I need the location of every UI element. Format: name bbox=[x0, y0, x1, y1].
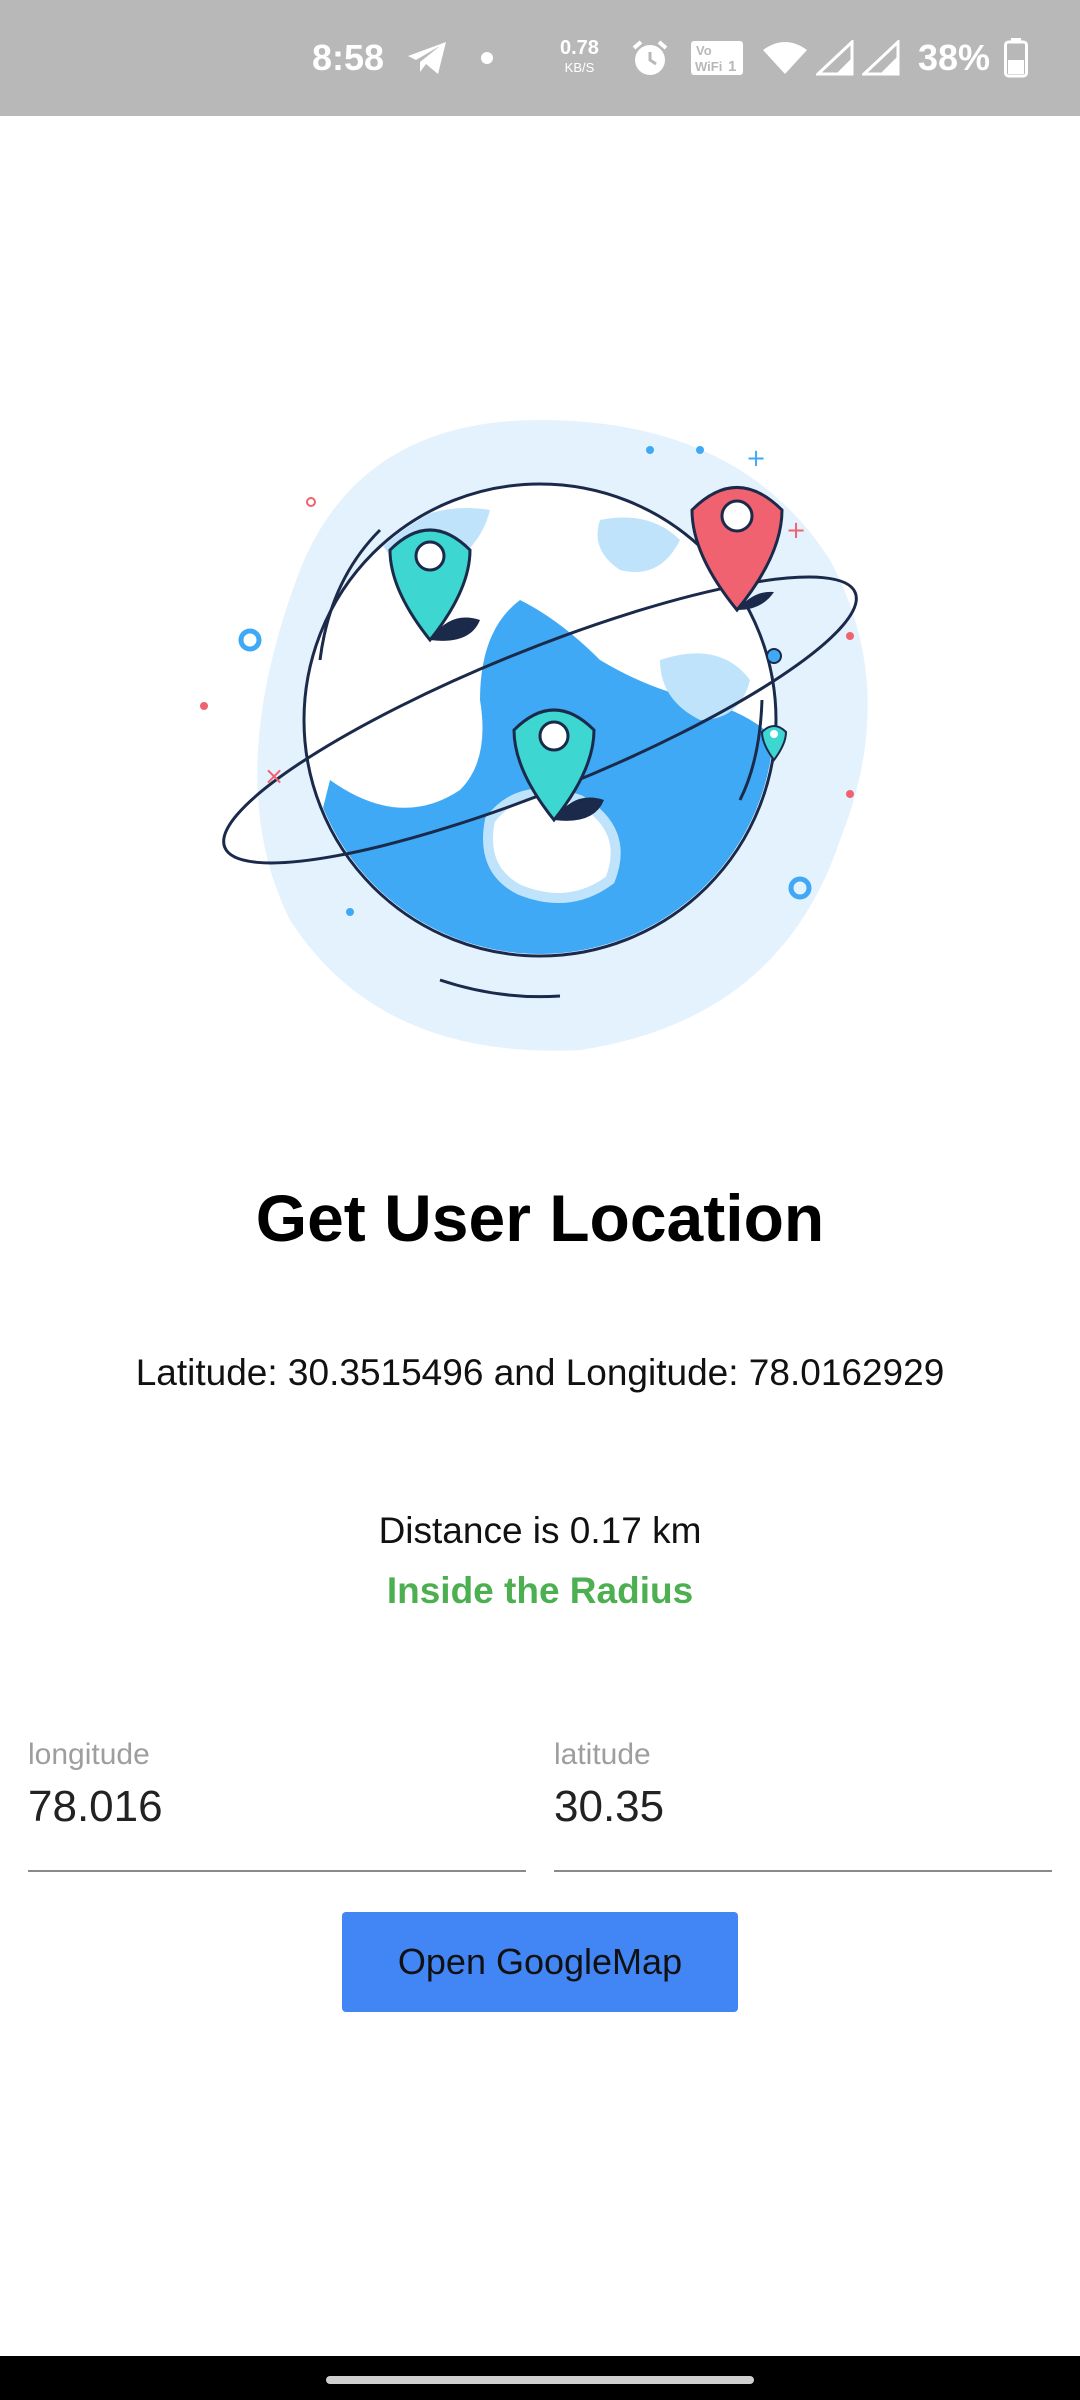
globe-illustration: + + × bbox=[180, 360, 900, 1080]
signal-icon bbox=[862, 0, 900, 116]
coordinates-text: Latitude: 30.3515496 and Longitude: 78.0… bbox=[135, 1352, 945, 1393]
network-speed-unit: KB/S bbox=[564, 60, 595, 75]
status-bar: 8:58 0.78 KB/S Vo WiFi 1 38% bbox=[0, 0, 1080, 116]
network-speed: 0.78 KB/S bbox=[560, 0, 599, 116]
status-time: 8:58 bbox=[312, 37, 385, 78]
network-speed-value: 0.78 bbox=[560, 37, 599, 59]
radius-status: Inside the Radius bbox=[386, 1570, 694, 1611]
navigation-bar bbox=[0, 2356, 1080, 2400]
longitude-label: longitude bbox=[28, 1738, 150, 1771]
vowifi-icon: Vo WiFi 1 bbox=[690, 0, 744, 116]
latitude-label: latitude bbox=[554, 1738, 651, 1771]
svg-text:1: 1 bbox=[728, 58, 736, 75]
battery-icon bbox=[1004, 0, 1028, 116]
home-gesture-handle[interactable] bbox=[326, 2376, 754, 2384]
signal-icon bbox=[816, 0, 854, 116]
wifi-icon bbox=[762, 0, 808, 116]
longitude-field[interactable]: longitude bbox=[28, 1732, 526, 1872]
svg-text:+: + bbox=[746, 444, 766, 472]
alarm-icon bbox=[630, 0, 670, 116]
svg-text:×: × bbox=[264, 762, 284, 790]
page-title: Get User Location bbox=[255, 1181, 825, 1255]
dot-icon bbox=[480, 0, 494, 116]
battery-percent: 38% bbox=[918, 37, 991, 78]
svg-text:+: + bbox=[786, 516, 806, 544]
open-googlemap-button[interactable]: Open GoogleMap bbox=[342, 1912, 738, 2012]
distance-text: Distance is 0.17 km bbox=[378, 1510, 702, 1551]
longitude-input[interactable] bbox=[28, 1782, 508, 1832]
telegram-icon bbox=[406, 0, 448, 116]
latitude-input[interactable] bbox=[554, 1782, 1034, 1832]
latitude-field[interactable]: latitude bbox=[554, 1732, 1052, 1872]
svg-text:WiFi: WiFi bbox=[695, 59, 722, 74]
svg-text:Vo: Vo bbox=[696, 43, 712, 58]
